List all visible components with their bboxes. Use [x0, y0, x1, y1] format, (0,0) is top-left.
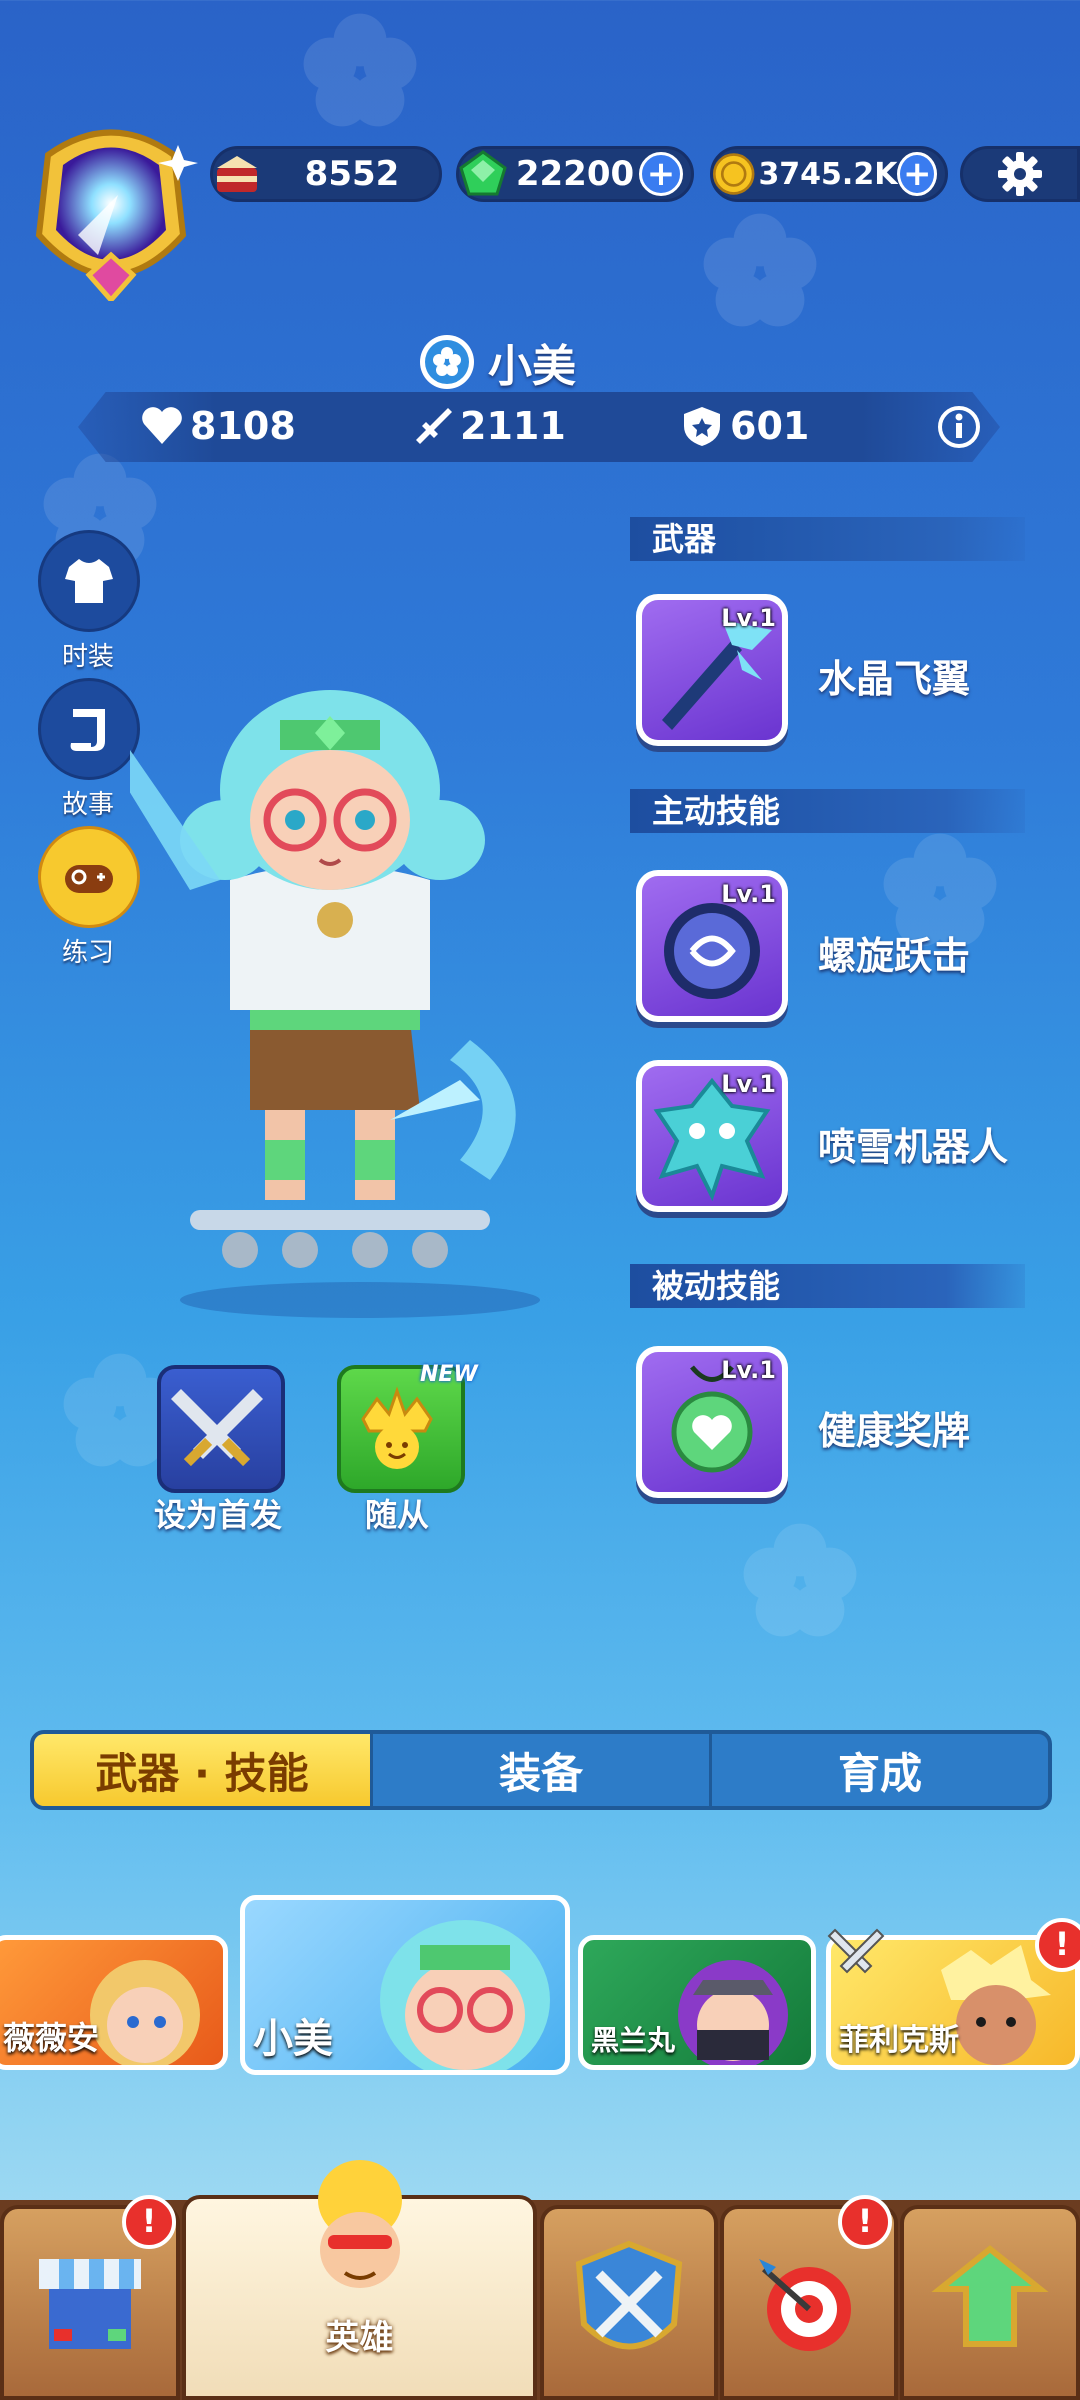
defense-value: 601	[730, 404, 810, 448]
weapon-section-header: 武器	[630, 517, 1025, 561]
add-coins-button[interactable]: +	[897, 152, 937, 196]
crossed-swords-icon	[171, 1389, 263, 1467]
gear-icon	[998, 152, 1042, 196]
hero-stats-bar: 8108 2111 601	[78, 392, 1000, 462]
attack-stat: 2111	[410, 404, 566, 448]
bg-flower-decor	[703, 213, 817, 327]
practice-button[interactable]: 练习	[38, 826, 140, 969]
hero-character-model[interactable]	[110, 620, 650, 1320]
bg-flower-decor	[303, 13, 417, 127]
set-first-label: 设为首发	[153, 1496, 282, 1534]
roster-card-vivian[interactable]: 薇薇安	[0, 1935, 228, 2070]
hp-value: 8108	[190, 404, 296, 448]
avatar-frame-icon	[35, 129, 198, 304]
roster-alert-badge: !	[1035, 1918, 1080, 1972]
cake-icon	[217, 156, 257, 192]
attack-value: 2111	[460, 404, 566, 448]
cake-counter: 8552	[210, 146, 442, 202]
target-icon	[759, 2259, 851, 2351]
hero-illustration	[110, 690, 540, 1318]
active-skill-1-level: Lv.1	[721, 880, 776, 908]
active-skill-card-2[interactable]: Lv.1	[636, 1060, 788, 1212]
coin-count: 3745.2K	[758, 156, 898, 192]
story-label: 故事	[61, 790, 114, 820]
nav-battle[interactable]	[540, 2205, 718, 2400]
gem-count: 22200	[515, 154, 635, 194]
nav-upgrade[interactable]	[900, 2205, 1080, 2400]
tab-weapon-skill[interactable]: 武器 · 技能	[34, 1734, 373, 1806]
info-icon	[938, 406, 980, 448]
add-gems-button[interactable]: +	[639, 152, 683, 196]
coin-icon	[712, 153, 755, 195]
coin-counter: 3745.2K +	[710, 146, 948, 202]
defense-stat: 601	[680, 404, 809, 448]
passive-skill-level: Lv.1	[721, 1356, 776, 1384]
fashion-label: 时装	[61, 642, 114, 672]
set-first-button[interactable]	[157, 1365, 285, 1493]
active-skill-2-level: Lv.1	[721, 1070, 776, 1098]
passive-skill-section-header: 被动技能	[630, 1264, 1025, 1308]
active-skill-1-name: 螺旋跃击	[818, 934, 971, 978]
shield-icon	[684, 407, 720, 446]
weapon-name: 水晶飞翼	[818, 657, 971, 701]
detail-tabs: 武器 · 技能 装备 育成	[30, 1730, 1052, 1810]
new-badge: NEW	[420, 1362, 478, 1387]
roster-name: 小美	[253, 2016, 333, 2062]
roster-name: 黑兰丸	[591, 2024, 676, 2057]
practice-label: 练习	[61, 938, 114, 968]
hero-class-icon	[420, 335, 474, 389]
shop-alert-badge: !	[122, 2195, 176, 2249]
roster-name: 薇薇安	[3, 2019, 100, 2057]
scroll-icon	[70, 709, 105, 751]
gamepad-icon	[65, 865, 113, 893]
shirt-icon	[65, 559, 113, 603]
shop-stall-icon	[39, 2259, 141, 2349]
bg-flower-decor	[743, 1523, 857, 1637]
tab-equipment[interactable]: 装备	[373, 1734, 712, 1806]
passive-skill-name: 健康奖牌	[818, 1409, 971, 1453]
tab-training[interactable]: 育成	[712, 1734, 1048, 1806]
nav-hero-label: 英雄	[325, 2318, 394, 2358]
weapon-level: Lv.1	[721, 604, 776, 632]
hero-nav-icon	[318, 2160, 402, 2288]
fashion-button[interactable]: 时装	[38, 530, 140, 673]
info-button[interactable]	[936, 404, 982, 454]
upgrade-arrow-icon	[931, 2245, 1049, 2347]
weapon-card[interactable]: Lv.1	[636, 594, 788, 746]
crossed-swords-icon	[827, 1928, 885, 1974]
active-skill-card-1[interactable]: Lv.1	[636, 870, 788, 1022]
follower-label: 随从	[364, 1496, 429, 1534]
battle-shield-icon	[575, 2240, 683, 2350]
gem-counter: 22200 +	[456, 146, 694, 202]
roster-card-xiaomei[interactable]: 小美	[240, 1895, 570, 2075]
target-alert-badge: !	[838, 2195, 892, 2249]
cake-count: 8552	[304, 154, 400, 194]
player-avatar[interactable]	[18, 115, 204, 304]
hero-name-row: 小美	[418, 330, 576, 394]
roster-name: 菲利克斯	[839, 2023, 959, 2058]
roster-card-heilanwan[interactable]: 黑兰丸	[578, 1935, 816, 2070]
gem-icon	[459, 150, 507, 196]
sword-icon	[416, 408, 452, 444]
hero-name: 小美	[488, 341, 576, 392]
active-skill-section-header: 主动技能	[630, 789, 1025, 833]
settings-button[interactable]	[960, 146, 1080, 202]
heart-icon	[142, 407, 182, 444]
passive-skill-card[interactable]: Lv.1	[636, 1346, 788, 1498]
hp-stat: 8108	[140, 404, 296, 448]
story-button[interactable]: 故事	[38, 678, 140, 821]
active-skill-2-name: 喷雪机器人	[818, 1125, 1009, 1169]
